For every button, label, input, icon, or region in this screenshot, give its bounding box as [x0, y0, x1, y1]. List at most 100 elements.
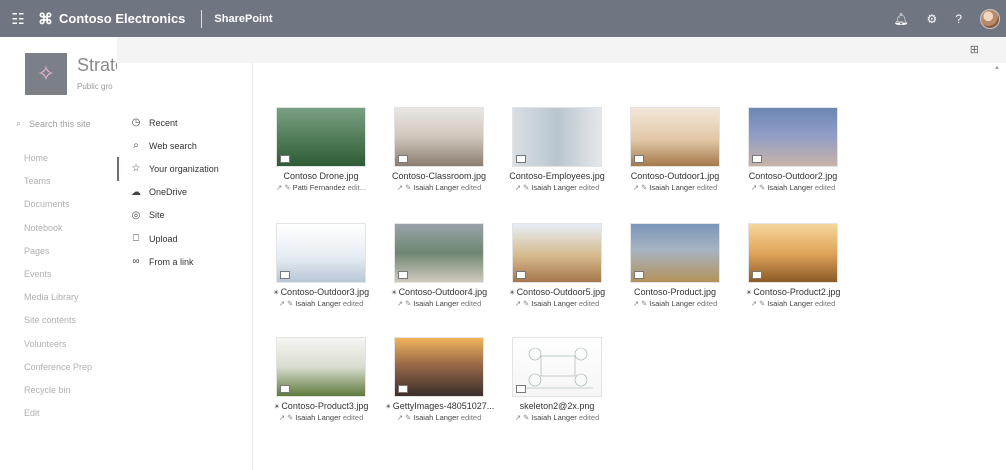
picker-nav-item[interactable]: ☆ Your organization	[117, 157, 252, 181]
file-thumbnail[interactable]	[748, 107, 838, 167]
pencil-icon: ✎	[641, 299, 648, 308]
file-name-text: Contoso-Outdoor1.jpg	[630, 171, 720, 181]
file-tile[interactable]: Contoso-Product.jpg ↗ ✎ Isaiah Langer edite…	[621, 213, 729, 323]
activity-action: edit...	[347, 183, 366, 192]
site-logo[interactable]: ✧	[25, 53, 67, 95]
pencil-icon: ✎	[405, 413, 412, 422]
file-thumbnail[interactable]	[394, 223, 484, 283]
brand[interactable]: ⌘ Contoso Electronics	[36, 10, 185, 28]
file-tile[interactable]: Contoso-Outdoor2.jpg ↗ ✎ Isaiah Langer edit…	[739, 97, 847, 207]
file-thumbnail[interactable]	[276, 223, 366, 283]
trending-icon: ↗	[396, 183, 403, 192]
editor-name: Isaiah Langer	[531, 299, 579, 308]
image-type-icon	[398, 385, 408, 393]
gear-icon[interactable]: ⚙	[927, 12, 938, 26]
site-nav-item[interactable]: Events	[24, 268, 92, 291]
picker-nav-label: Web search	[149, 140, 197, 151]
picker-nav-item[interactable]: ◷ Recent	[117, 111, 252, 134]
file-tile[interactable]: ✴Contoso-Product2.jpg ↗ ✎ Isaiah Langer edi…	[739, 213, 847, 323]
file-name-text: Contoso-Outdoor2.jpg	[748, 171, 838, 181]
file-activity: ↗ ✎ Isaiah Langer edited	[267, 299, 375, 308]
new-file-icon: ✴	[390, 288, 398, 297]
thumbnail-image	[749, 224, 837, 282]
search-icon: ⌕	[133, 140, 139, 152]
help-icon[interactable]: ?	[955, 12, 962, 26]
site-nav-item[interactable]: Edit	[24, 407, 92, 430]
file-thumbnail[interactable]	[276, 337, 366, 397]
site-nav-item[interactable]: Notebook	[24, 222, 92, 245]
file-tile[interactable]: skeleton2@2x.png ↗ ✎ Isaiah Langer edited	[503, 327, 611, 437]
file-activity: ↗ ✎ Isaiah Langer edited	[267, 413, 375, 422]
file-thumbnail[interactable]	[630, 107, 720, 167]
pencil-icon: ✎	[287, 299, 294, 308]
editor-name: Patti Fernandez	[292, 183, 348, 192]
file-name: ✴GettyImages-48051027...	[385, 401, 494, 411]
site-nav-item[interactable]: Teams	[24, 175, 92, 198]
file-name: ✴Contoso-Outdoor4.jpg	[385, 287, 493, 297]
file-activity: ↗ ✎ Isaiah Langer edited	[621, 299, 729, 308]
picker-nav-item[interactable]: ◎ Site	[117, 204, 252, 227]
file-tile[interactable]: ✴GettyImages-48051027... ↗ ✎ Isaiah Langer …	[385, 327, 494, 437]
site-search[interactable]: ⌕ Search this site	[16, 118, 91, 129]
file-tile[interactable]: Contoso-Outdoor1.jpg ↗ ✎ Isaiah Langer edit…	[621, 97, 729, 207]
picker-nav-item[interactable]: ∞ From a link	[117, 250, 252, 273]
trending-icon: ↗	[632, 183, 639, 192]
site-nav-item[interactable]: Pages	[24, 245, 92, 268]
app-name[interactable]: SharePoint	[214, 13, 272, 25]
file-thumbnail[interactable]	[512, 337, 602, 397]
star-icon: ☆	[131, 163, 141, 175]
site-nav-item[interactable]: Recycle bin	[24, 384, 92, 407]
editor-name: Isaiah Langer	[413, 183, 461, 192]
site-nav-item[interactable]: Volunteers	[24, 338, 92, 361]
file-name-text: Contoso-Employees.jpg	[509, 171, 605, 181]
file-name: Contoso Drone.jpg	[267, 171, 375, 181]
file-thumbnail[interactable]	[512, 107, 602, 167]
trending-icon: ↗	[632, 299, 639, 308]
avatar[interactable]	[980, 8, 1000, 29]
picker-nav-label: OneDrive	[149, 187, 188, 198]
pencil-icon: ✎	[284, 183, 291, 192]
picker-nav-label: From a link	[149, 256, 194, 267]
file-name-text: Contoso-Outdoor4.jpg	[398, 287, 488, 297]
file-thumbnail[interactable]	[394, 337, 484, 397]
site-nav-item[interactable]: Media Library	[24, 291, 92, 314]
bell-icon[interactable]: 🔔︎	[893, 12, 908, 26]
file-tile[interactable]: Contoso-Employees.jpg ↗ ✎ Isaiah Langer edi…	[503, 97, 611, 207]
picker-nav-item[interactable]: ☁ OneDrive	[117, 181, 252, 204]
editor-name: Isaiah Langer	[413, 299, 461, 308]
clock-icon: ◷	[131, 117, 141, 129]
activity-action: edited	[578, 299, 600, 308]
grid-view-icon[interactable]: ⊞	[970, 43, 979, 56]
image-type-icon	[280, 155, 290, 163]
file-thumbnail[interactable]	[748, 223, 838, 283]
file-tile[interactable]: Contoso Drone.jpg ↗ ✎ Patti Fernandez edit.…	[267, 97, 375, 207]
site-nav-item[interactable]: Conference Prep	[24, 361, 92, 384]
file-thumbnail[interactable]	[630, 223, 720, 283]
activity-action: edited	[460, 413, 482, 422]
file-thumbnail[interactable]	[512, 223, 602, 283]
picker-nav-item[interactable]: ⌕ Web search	[117, 134, 252, 157]
thumbnail-image	[513, 224, 601, 282]
site-nav-item[interactable]: Home	[24, 152, 92, 175]
file-tile[interactable]: ✴Contoso-Outdoor5.jpg ↗ ✎ Isaiah Langer edi…	[503, 213, 611, 323]
file-tile[interactable]: Contoso-Classroom.jpg ↗ ✎ Isaiah Langer edi…	[385, 97, 493, 207]
file-tile[interactable]: ✴Contoso-Outdoor4.jpg ↗ ✎ Isaiah Langer edi…	[385, 213, 493, 323]
activity-action: edited	[696, 299, 718, 308]
file-thumbnail[interactable]	[276, 107, 366, 167]
picker-nav-item[interactable]: ⎕ Upload	[117, 227, 252, 250]
thumbnail-image	[631, 224, 719, 282]
site-nav-item[interactable]: Documents	[24, 198, 92, 221]
thumbnail-image	[631, 108, 719, 166]
image-picker-panel: ⊞ ▲ ◷ Recent ⌕ Web search ☆ Your organization…	[117, 37, 1006, 470]
picker-nav-label: Upload	[149, 233, 178, 244]
file-name-text: Contoso Drone.jpg	[283, 171, 359, 181]
file-tile[interactable]: ✴Contoso-Product3.jpg ↗ ✎ Isaiah Langer edi…	[267, 327, 375, 437]
file-tile[interactable]: ✴Contoso-Outdoor3.jpg ↗ ✎ Isaiah Langer edi…	[267, 213, 375, 323]
pencil-icon: ✎	[759, 183, 766, 192]
file-thumbnail[interactable]	[394, 107, 484, 167]
suite-actions: 🔔︎ ⚙ ?	[893, 0, 1000, 37]
site-nav-item[interactable]: Site contents	[24, 314, 92, 337]
editor-name: Isaiah Langer	[649, 183, 697, 192]
trending-icon: ↗	[396, 413, 403, 422]
waffle-icon[interactable]: ☷	[0, 0, 36, 37]
